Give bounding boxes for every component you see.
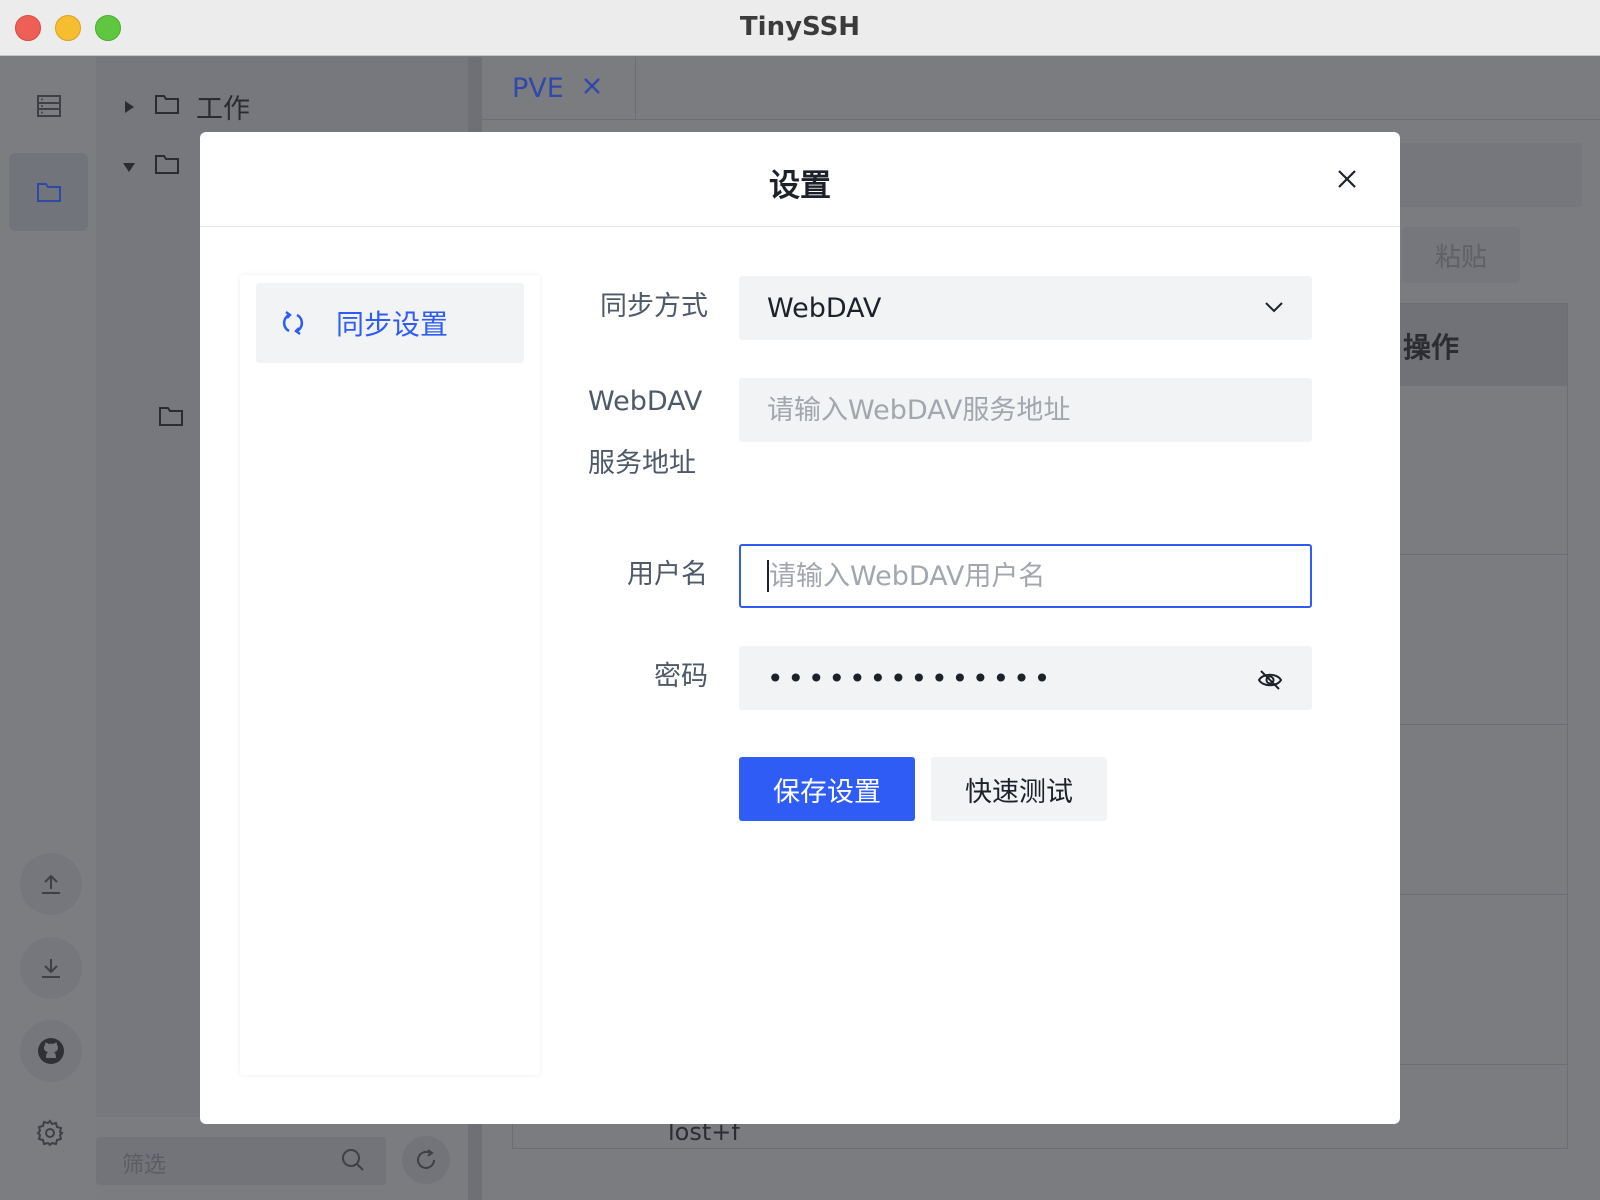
gear-icon [36, 1119, 64, 1147]
sync-method-value: WebDAV [767, 292, 882, 324]
caret-right-icon [120, 98, 138, 116]
tree-item-expanded[interactable] [120, 151, 180, 182]
table-header-action: 操作 [1402, 331, 1459, 364]
settings-button[interactable] [36, 1119, 64, 1151]
tab-pve[interactable]: PVE [482, 57, 636, 119]
refresh-icon [417, 1149, 435, 1169]
modal-title: 设置 [769, 168, 831, 204]
url-label: WebDAV 服务地址 [588, 386, 703, 480]
nav-item-label: 同步设置 [336, 308, 449, 341]
paste-button[interactable]: 粘贴 [1402, 227, 1520, 283]
url-label-line2: 服务地址 [588, 448, 696, 479]
sync-icon [282, 311, 304, 335]
sync-method-select[interactable]: WebDAV [739, 276, 1312, 340]
rail-hosts-button[interactable] [9, 67, 88, 145]
password-field[interactable]: •••••••••••••• [739, 646, 1312, 710]
tab-divider [482, 119, 1600, 120]
filter-input[interactable]: 筛选 [96, 1137, 386, 1185]
search-icon [340, 1147, 366, 1177]
filter-placeholder: 筛选 [122, 1153, 167, 1178]
chevron-down-icon [1264, 300, 1284, 314]
settings-nav: 同步设置 [240, 275, 540, 1075]
nav-item-sync-settings[interactable]: 同步设置 [256, 283, 524, 363]
quick-test-button[interactable]: 快速测试 [931, 757, 1107, 821]
close-icon[interactable] [582, 76, 602, 100]
save-settings-button[interactable]: 保存设置 [739, 757, 915, 821]
upload-icon [42, 874, 60, 894]
username-input[interactable] [769, 560, 1310, 592]
password-value: •••••••••••••• [767, 661, 1055, 695]
modal-close-button[interactable] [1332, 164, 1362, 194]
rail-files-button[interactable] [9, 153, 88, 231]
github-button[interactable] [20, 1020, 82, 1082]
settings-modal: 设置 同步设置 同步方式 WebDAV WebDAV 服务地址 用户名 密码 •… [200, 132, 1400, 1124]
webdav-url-input[interactable] [767, 394, 1310, 426]
server-list-icon [36, 95, 61, 117]
upload-button[interactable] [20, 853, 82, 915]
webdav-url-field[interactable] [739, 378, 1312, 442]
folder-icon [158, 403, 184, 434]
url-label-line1: WebDAV [588, 386, 703, 417]
github-icon [38, 1038, 64, 1064]
username-field[interactable] [739, 544, 1312, 608]
tree-item-folder[interactable] [158, 403, 184, 434]
close-icon [1338, 170, 1356, 188]
username-label: 用户名 [627, 559, 708, 590]
folder-icon [154, 151, 180, 182]
refresh-button[interactable] [402, 1136, 450, 1184]
window-titlebar: TinySSH [0, 0, 1600, 56]
folder-icon [154, 91, 180, 122]
tree-item-work[interactable]: 工作 [120, 87, 250, 126]
left-rail [0, 57, 95, 1200]
download-icon [42, 959, 60, 978]
download-button[interactable] [20, 937, 82, 999]
eye-off-icon[interactable] [1256, 666, 1284, 694]
sync-method-label: 同步方式 [600, 291, 708, 322]
password-label: 密码 [654, 661, 708, 692]
modal-header: 设置 [200, 132, 1400, 227]
window-title: TinySSH [739, 12, 861, 42]
tab-label: PVE [512, 72, 564, 104]
tree-item-label: 工作 [196, 94, 250, 125]
folder-icon [36, 183, 61, 202]
caret-down-icon [120, 158, 138, 176]
